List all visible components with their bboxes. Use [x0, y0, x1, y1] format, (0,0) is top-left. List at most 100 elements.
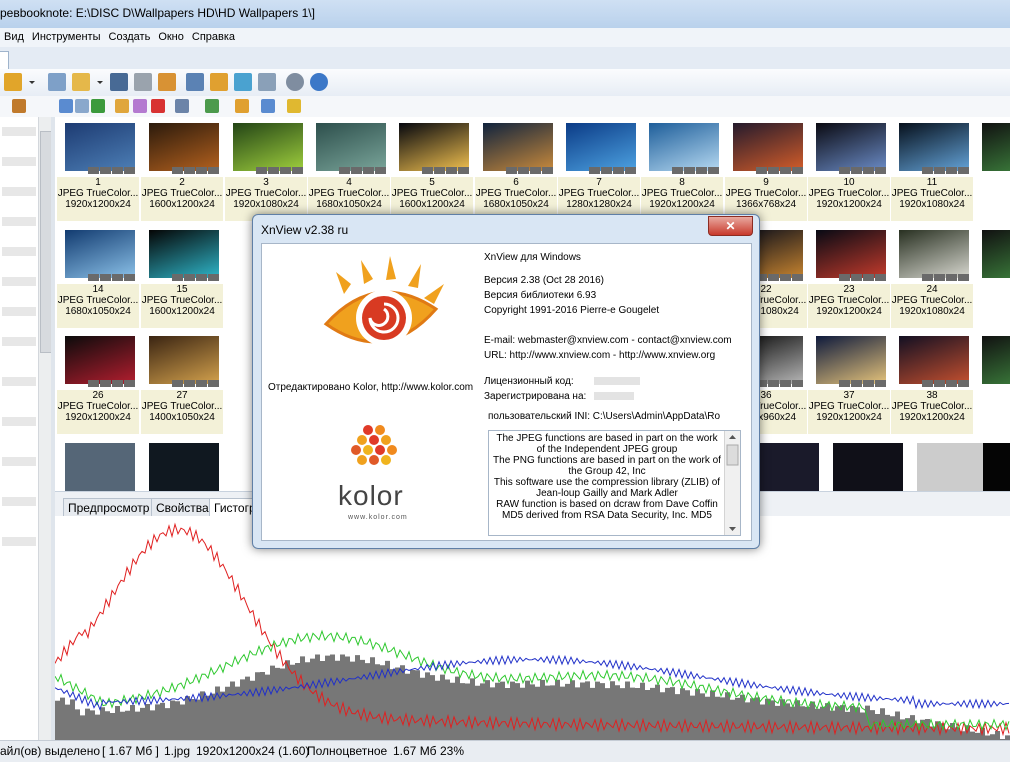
rating-star-icon[interactable] [287, 99, 301, 113]
forward-icon[interactable] [75, 99, 89, 113]
tree-item[interactable] [2, 127, 36, 136]
scan-icon[interactable] [158, 73, 176, 91]
slideshow-icon[interactable] [210, 73, 228, 91]
thumbnail-image[interactable] [399, 123, 469, 171]
browse-dropdown-icon[interactable] [28, 73, 36, 91]
close-button[interactable]: ✕ [708, 216, 753, 236]
thumbnail-image[interactable] [316, 123, 386, 171]
thumbnail-image[interactable] [982, 123, 1010, 171]
thumbnail-image[interactable] [149, 336, 219, 384]
tree-item[interactable] [2, 457, 36, 466]
thumbnail-image[interactable] [566, 123, 636, 171]
tab-preview[interactable]: Предпросмотр [63, 498, 155, 518]
thumbnail-item[interactable]: 15 JPEG TrueColor... 1600x1200x24 [139, 224, 223, 328]
thumbnail-image[interactable] [149, 123, 219, 171]
thumbnail-image[interactable] [149, 443, 219, 491]
thumbnail-item[interactable]: 38 JPEG TrueColor... 1920x1200x24 [889, 330, 973, 434]
thumbnail-item[interactable]: 7 JPEG TrueColor... 1280x1280x24 [556, 117, 640, 221]
thumbnail-item[interactable]: 24 JPEG TrueColor... 1920x1080x24 [889, 224, 973, 328]
thumbnail-image[interactable] [649, 123, 719, 171]
thumbnail-image[interactable] [983, 443, 1010, 491]
thumbnail-image[interactable] [899, 336, 969, 384]
new-folder-icon[interactable] [115, 99, 129, 113]
thumbnail-image[interactable] [899, 123, 969, 171]
thumbnail-item[interactable]: 26 JPEG TrueColor... 1920x1200x24 [55, 330, 139, 434]
thumbnail-image[interactable] [149, 230, 219, 278]
thumbnail-image[interactable] [899, 230, 969, 278]
thumbnail-image[interactable] [65, 336, 135, 384]
filter-icon[interactable] [235, 99, 249, 113]
delete-icon[interactable] [151, 99, 165, 113]
thumbnail-item[interactable]: 1 JPEG TrueColor... 1920x1200x24 [55, 117, 139, 221]
thumbnail-image[interactable] [65, 443, 135, 491]
thumbnail-item[interactable]: 8 JPEG TrueColor... 1920x1200x24 [639, 117, 723, 221]
calculator-icon[interactable] [258, 73, 276, 91]
tree-item[interactable] [2, 307, 36, 316]
up-folder-icon[interactable] [91, 99, 105, 113]
settings-gear-icon[interactable] [286, 73, 304, 91]
tree-item[interactable] [2, 337, 36, 346]
folder-tree[interactable] [0, 117, 40, 740]
tab-properties[interactable]: Свойства [151, 498, 214, 518]
browse-icon[interactable] [4, 73, 22, 91]
tree-item[interactable] [2, 377, 36, 386]
thumbnail-image[interactable] [816, 123, 886, 171]
thumbnail-item[interactable]: 6 JPEG TrueColor... 1680x1050x24 [473, 117, 557, 221]
document-tab[interactable] [0, 51, 9, 71]
email-text[interactable]: E-mail: webmaster@xnview.com - contact@x… [484, 335, 732, 346]
menu-create[interactable]: Создать [105, 28, 155, 43]
thumbnail-image[interactable] [833, 443, 903, 491]
tree-scrollbar[interactable] [38, 117, 52, 740]
tree-item[interactable] [2, 537, 36, 546]
thumbnail-item[interactable]: 14 JPEG TrueColor... 1680x1050x24 [55, 224, 139, 328]
thumbnail-image[interactable] [65, 123, 135, 171]
thumbnail-image[interactable] [917, 443, 987, 491]
favorites-icon[interactable] [12, 99, 26, 113]
folder-dropdown-icon[interactable] [96, 73, 104, 91]
binoculars-icon[interactable] [110, 73, 128, 91]
credits-textbox[interactable]: The JPEG functions are based in part on … [488, 430, 741, 536]
menu-tools[interactable]: Инструменты [28, 28, 105, 43]
thumbnail-item[interactable]: 9 JPEG TrueColor... 1366x768x24 [723, 117, 807, 221]
thumbnail-item[interactable]: 27 JPEG TrueColor... 1400x1050x24 [139, 330, 223, 434]
credits-scrollbar[interactable] [724, 431, 740, 535]
tree-item[interactable] [2, 217, 36, 226]
thumbnail-image[interactable] [982, 230, 1010, 278]
menu-view[interactable]: Вид [0, 28, 28, 43]
refresh-icon[interactable] [261, 99, 275, 113]
tree-item[interactable] [2, 247, 36, 256]
thumbnail-item[interactable]: 37 JPEG TrueColor... 1920x1200x24 [806, 330, 890, 434]
menu-help[interactable]: Справка [188, 28, 239, 43]
thumbnail-image[interactable] [816, 230, 886, 278]
convert-icon[interactable] [234, 73, 252, 91]
thumbnail-image[interactable] [816, 336, 886, 384]
open-icon[interactable] [48, 73, 66, 91]
tree-item[interactable] [2, 497, 36, 506]
tree-item[interactable] [2, 277, 36, 286]
rename-icon[interactable] [133, 99, 147, 113]
sort-icon[interactable] [205, 99, 219, 113]
thumbnail-item[interactable]: 10 JPEG TrueColor... 1920x1200x24 [806, 117, 890, 221]
back-icon[interactable] [59, 99, 73, 113]
thumbnail-image[interactable] [65, 230, 135, 278]
tree-item[interactable] [2, 417, 36, 426]
tree-item[interactable] [2, 157, 36, 166]
thumbnail-item[interactable]: 11 JPEG TrueColor... 1920x1080x24 [889, 117, 973, 221]
thumbnail-image[interactable] [233, 123, 303, 171]
screen-capture-icon[interactable] [186, 73, 204, 91]
thumbnail-image[interactable] [733, 123, 803, 171]
thumbnail-item[interactable]: 2 JPEG TrueColor... 1600x1200x24 [139, 117, 223, 221]
info-icon[interactable] [310, 73, 328, 91]
print-icon[interactable] [134, 73, 152, 91]
tree-item[interactable] [2, 187, 36, 196]
thumbnail-image[interactable] [982, 336, 1010, 384]
url-text[interactable]: URL: http://www.xnview.com - http://www.… [484, 350, 715, 361]
menu-window[interactable]: Окно [154, 28, 188, 43]
thumbnail-item[interactable]: 23 JPEG TrueColor... 1920x1200x24 [806, 224, 890, 328]
thumbnail-image[interactable] [483, 123, 553, 171]
thumbnail-item[interactable]: 3 JPEG TrueColor... 1920x1080x24 [223, 117, 307, 221]
thumbnail-item[interactable]: 4 JPEG TrueColor... 1680x1050x24 [306, 117, 390, 221]
thumbnail-item[interactable]: 5 JPEG TrueColor... 1600x1200x24 [389, 117, 473, 221]
folder-icon[interactable] [72, 73, 90, 91]
view-mode-icon[interactable] [175, 99, 189, 113]
